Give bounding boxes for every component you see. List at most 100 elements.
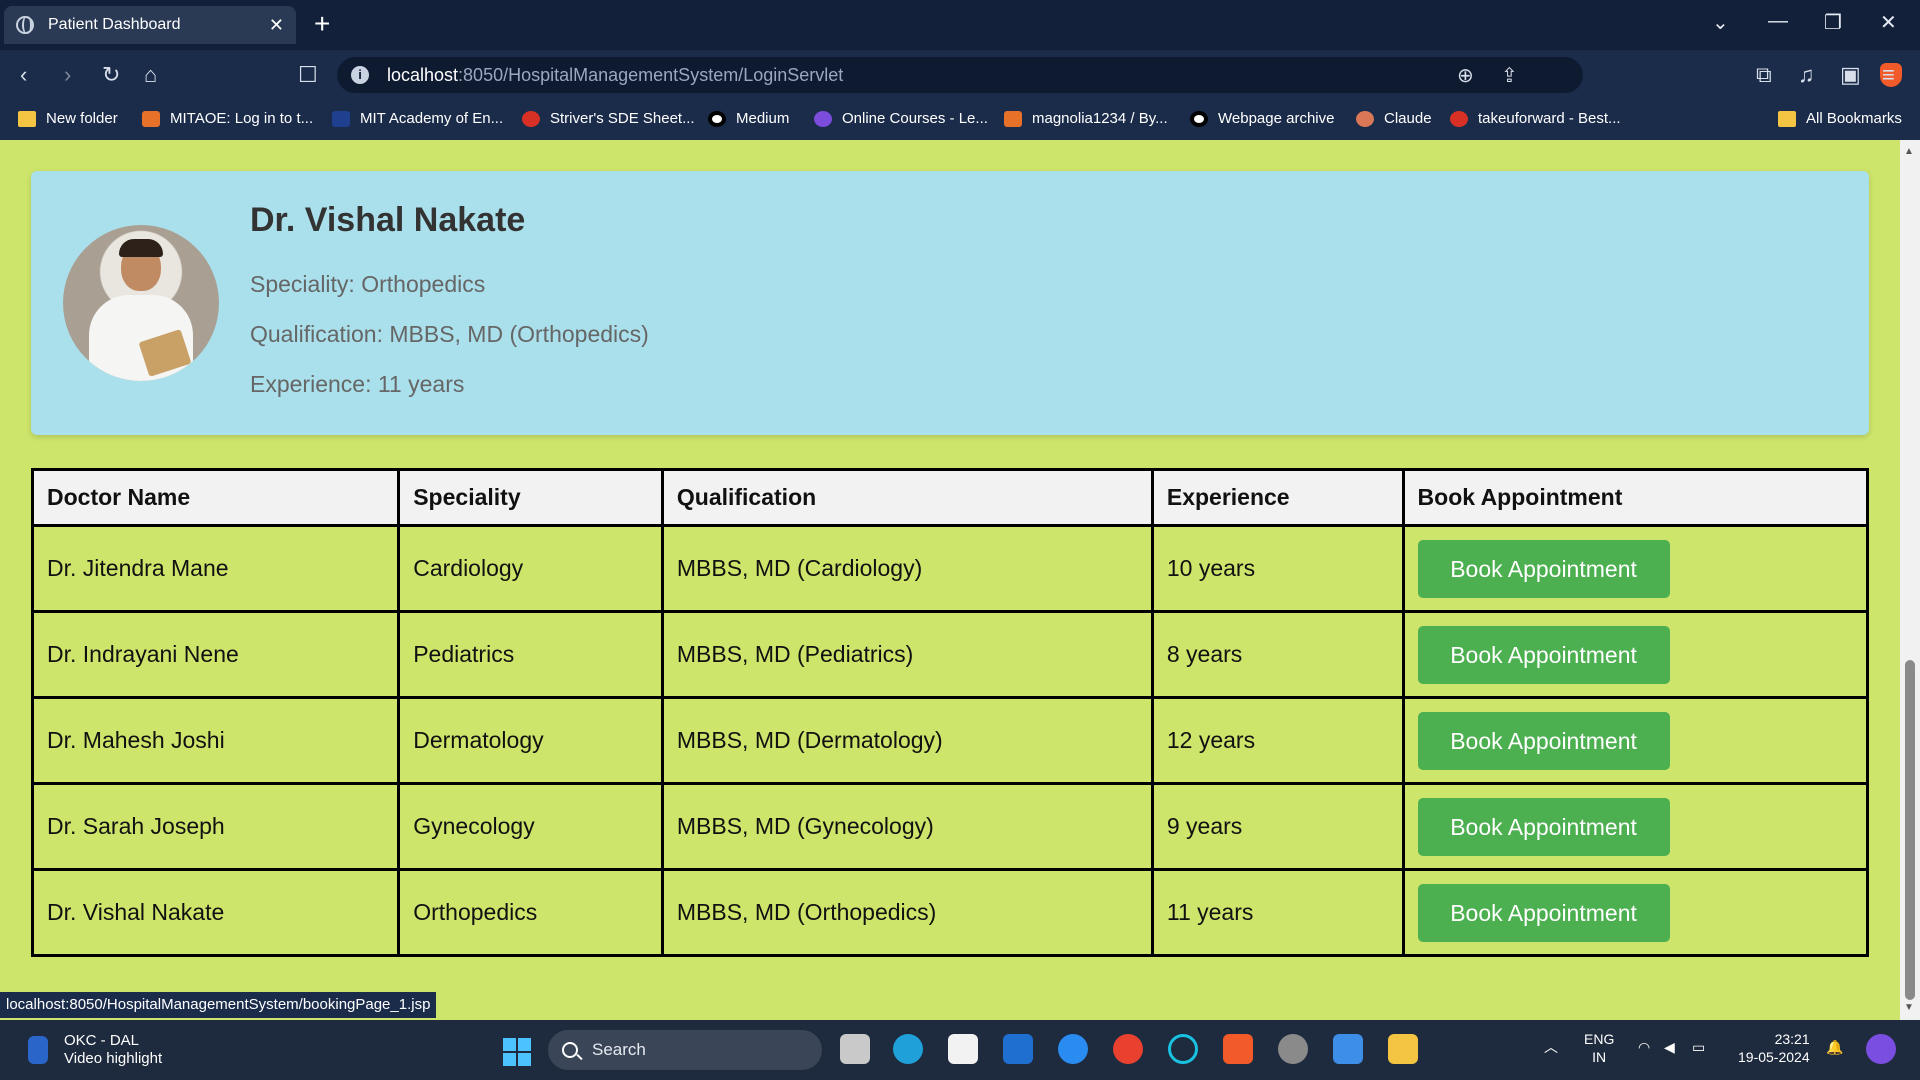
folder-icon xyxy=(1778,110,1796,127)
widgets-button[interactable]: OKC - DAL Video highlight xyxy=(28,1032,162,1068)
back-icon[interactable]: ‹ xyxy=(20,62,27,88)
bookmark-mit-academy[interactable]: MIT Academy of En... xyxy=(332,110,503,127)
chrome-icon[interactable] xyxy=(1113,1034,1143,1064)
forward-icon[interactable]: › xyxy=(64,62,71,88)
cell-action: Book Appointment xyxy=(1401,868,1870,957)
bookmark-strivers-sheet[interactable]: Striver's SDE Sheet... xyxy=(522,110,695,127)
bookmark-new-folder[interactable]: New folder xyxy=(18,110,118,127)
book-appointment-button[interactable]: Book Appointment xyxy=(1417,539,1670,598)
close-tab-icon[interactable]: ✕ xyxy=(269,15,284,36)
search-icon xyxy=(562,1042,578,1058)
cell-experience: 8 years xyxy=(1150,610,1405,699)
header-speciality: Speciality xyxy=(397,468,664,527)
close-window-icon[interactable]: ✕ xyxy=(1880,10,1897,35)
widget-title: OKC - DAL xyxy=(64,1032,140,1049)
doctor-qualification: Qualification: MBBS, MD (Orthopedics) xyxy=(250,321,649,347)
store-icon[interactable] xyxy=(948,1034,978,1064)
bookmark-online-courses[interactable]: Online Courses - Le... xyxy=(814,110,988,127)
address-bar-row: ‹ › ↻ ⌂ ☐ i localhost:8050/HospitalManag… xyxy=(0,50,1920,100)
menu-icon[interactable]: ≡ xyxy=(1882,62,1895,88)
show-hidden-icons[interactable]: ︿ xyxy=(1544,1038,1558,1056)
table-header-row: Doctor Name Speciality Qualification Exp… xyxy=(30,468,1870,527)
page-viewport: Dr. Vishal Nakate Speciality: Orthopedic… xyxy=(0,140,1900,1020)
cell-action: Book Appointment xyxy=(1401,782,1870,871)
minimize-icon[interactable]: — xyxy=(1768,10,1788,33)
cell-action: Book Appointment xyxy=(1401,610,1870,699)
sidebar-icon[interactable]: ▣ xyxy=(1840,62,1861,88)
header-book-appointment: Book Appointment xyxy=(1401,468,1870,527)
url-text: localhost:8050/HospitalManagementSystem/… xyxy=(387,65,844,85)
brave-icon[interactable] xyxy=(1223,1034,1253,1064)
url-input[interactable]: i localhost:8050/HospitalManagementSyste… xyxy=(337,57,1902,93)
mit-icon xyxy=(332,110,350,127)
notification-bell-icon[interactable]: 🔔 xyxy=(1826,1038,1843,1056)
settings-icon[interactable] xyxy=(1278,1034,1308,1064)
all-bookmarks[interactable]: All Bookmarks xyxy=(1778,110,1902,127)
bookmark-magnolia[interactable]: magnolia1234 / By... xyxy=(1004,110,1168,127)
tab-patient-dashboard[interactable]: Patient Dashboard ✕ xyxy=(4,6,296,44)
book-appointment-button[interactable]: Book Appointment xyxy=(1417,797,1670,856)
bookmark-mitaoe[interactable]: MITAOE: Log in to t... xyxy=(142,110,313,127)
cell-action: Book Appointment xyxy=(1401,696,1870,785)
media-icon[interactable]: ♫ xyxy=(1798,62,1815,88)
extensions-icon[interactable]: ⧉ xyxy=(1756,62,1772,88)
cell-speciality: Gynecology xyxy=(397,782,664,871)
cell-speciality: Cardiology xyxy=(397,524,664,613)
language-indicator[interactable]: ENG IN xyxy=(1584,1030,1614,1066)
cell-qualification: MBBS, MD (Pediatrics) xyxy=(660,610,1154,699)
battery-icon[interactable]: ▭ xyxy=(1692,1038,1705,1056)
wifi-icon[interactable]: ◠ xyxy=(1638,1038,1650,1056)
tab-search-chevron-icon[interactable]: ⌄ xyxy=(1712,10,1729,35)
site-info-icon[interactable]: i xyxy=(351,66,369,84)
header-qualification: Qualification xyxy=(660,468,1154,527)
cell-doctor-name: Dr. Vishal Nakate xyxy=(30,868,401,957)
scrollbar-thumb[interactable] xyxy=(1905,660,1915,1000)
new-tab-button[interactable]: + xyxy=(314,8,330,40)
tab-title: Patient Dashboard xyxy=(48,16,181,33)
bookmark-claude[interactable]: Claude xyxy=(1356,110,1432,127)
zoom-icon[interactable]: ⊕ xyxy=(1457,63,1474,88)
file-explorer-icon[interactable] xyxy=(1388,1034,1418,1064)
volume-icon[interactable]: ◀ xyxy=(1664,1038,1675,1056)
bookmark-medium[interactable]: Medium xyxy=(708,110,789,127)
widget-subtitle: Video highlight xyxy=(64,1050,163,1067)
help-icon[interactable] xyxy=(1058,1034,1088,1064)
scroll-up-icon[interactable]: ▲ xyxy=(1904,146,1914,157)
book-appointment-button[interactable]: Book Appointment xyxy=(1417,883,1670,942)
bookmark-icon[interactable]: ☐ xyxy=(298,62,318,88)
copilot-icon[interactable] xyxy=(1866,1034,1896,1064)
start-button[interactable] xyxy=(503,1038,531,1066)
doctors-table: Doctor Name Speciality Qualification Exp… xyxy=(30,468,1870,957)
browser-tab-bar: Patient Dashboard ✕ + ⌄ — ❐ ✕ xyxy=(0,0,1920,50)
reload-icon[interactable]: ↻ xyxy=(102,62,120,88)
book-appointment-button[interactable]: Book Appointment xyxy=(1417,625,1670,684)
cell-experience: 9 years xyxy=(1150,782,1405,871)
search-label: Search xyxy=(592,1040,646,1059)
doctor-avatar xyxy=(63,225,219,381)
cell-experience: 10 years xyxy=(1150,524,1405,613)
cell-qualification: MBBS, MD (Orthopedics) xyxy=(660,868,1154,957)
share-icon[interactable]: ⇪ xyxy=(1501,63,1518,88)
table-row: Dr. Sarah Joseph Gynecology MBBS, MD (Gy… xyxy=(30,782,1870,871)
bookmark-takeuforward[interactable]: takeuforward - Best... xyxy=(1450,110,1621,127)
table-row: Dr. Jitendra Mane Cardiology MBBS, MD (C… xyxy=(30,524,1870,613)
cortana-icon[interactable] xyxy=(1168,1034,1198,1064)
doctor-name: Dr. Vishal Nakate xyxy=(250,201,526,239)
mysql-icon[interactable] xyxy=(1003,1034,1033,1064)
link-status-bar: localhost:8050/HospitalManagementSystem/… xyxy=(0,992,437,1018)
home-icon[interactable]: ⌂ xyxy=(144,62,157,88)
table-row: Dr. Mahesh Joshi Dermatology MBBS, MD (D… xyxy=(30,696,1870,785)
bookmark-webpage-archive[interactable]: Webpage archive xyxy=(1190,110,1334,127)
cell-experience: 11 years xyxy=(1150,868,1405,957)
task-view-icon[interactable] xyxy=(840,1034,870,1064)
taskbar-search[interactable]: Search xyxy=(548,1030,822,1070)
scroll-down-icon[interactable]: ▼ xyxy=(1904,1002,1914,1013)
tuf-icon xyxy=(522,110,540,127)
edge-icon[interactable] xyxy=(893,1034,923,1064)
notepad-icon[interactable] xyxy=(1333,1034,1363,1064)
clock[interactable]: 23:21 19-05-2024 xyxy=(1738,1030,1810,1066)
doctor-speciality: Speciality: Orthopedics xyxy=(250,271,486,297)
restore-icon[interactable]: ❐ xyxy=(1824,10,1842,35)
cell-doctor-name: Dr. Sarah Joseph xyxy=(30,782,401,871)
book-appointment-button[interactable]: Book Appointment xyxy=(1417,711,1670,770)
